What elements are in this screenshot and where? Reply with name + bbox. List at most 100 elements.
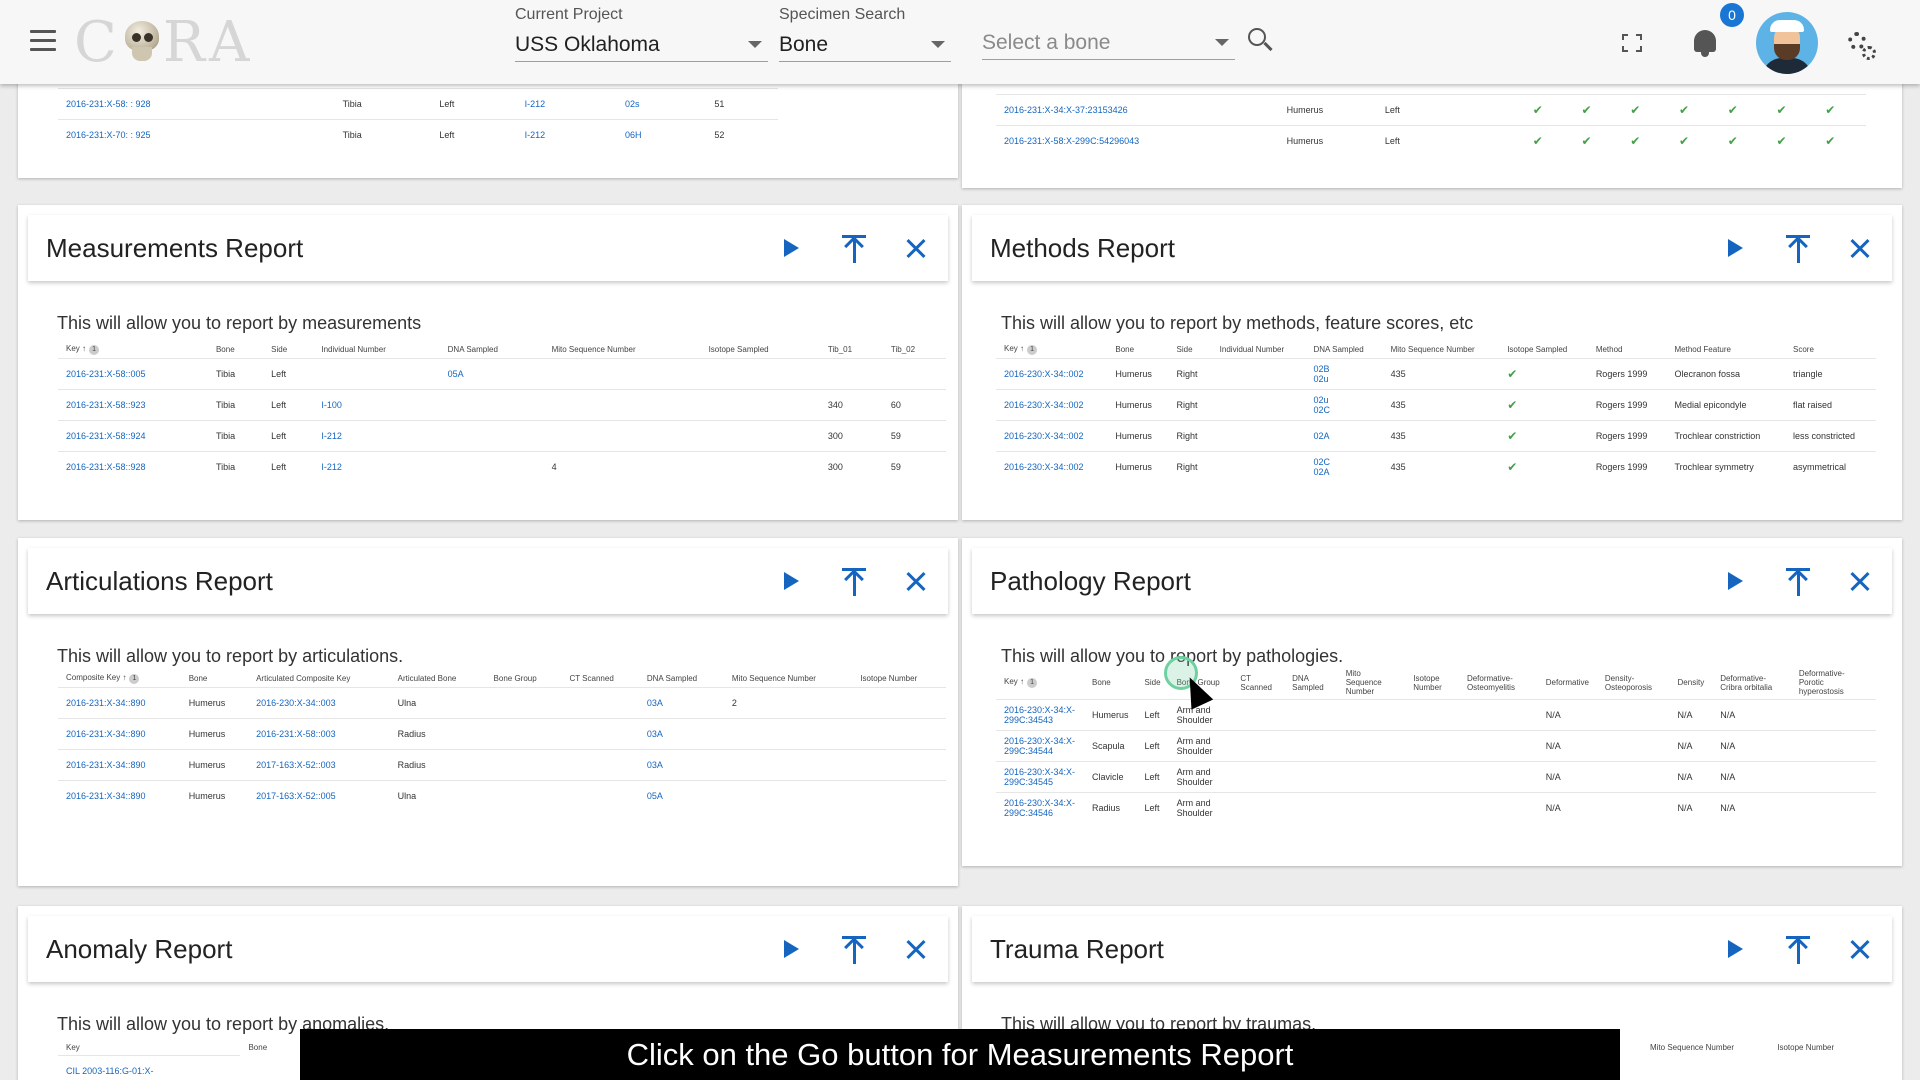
table-cell-key[interactable]: 2016-231:X-58::005 <box>58 358 208 390</box>
table-cell-key[interactable]: 2016-230:X-34:X-299C:34546 <box>996 792 1085 824</box>
table-cell-key[interactable]: 2016-231:X-58::923 <box>58 389 208 421</box>
table-cell-key[interactable]: 2016-230:X-34::002 <box>996 420 1108 452</box>
table-cell[interactable]: I-212 <box>313 451 440 483</box>
table-cell <box>1405 730 1459 762</box>
table-cell-key[interactable]: 2016-230:X-34:X-299C:34544 <box>996 730 1085 762</box>
articulations-go-button[interactable] <box>762 548 824 614</box>
sort-icon[interactable]: 1 <box>89 345 100 355</box>
pathology-go-button[interactable] <box>1706 548 1768 614</box>
table-cell-key[interactable]: 2016-231:X-34:X-37:23153426 <box>996 94 1279 126</box>
sort-icon[interactable]: 1 <box>129 674 140 684</box>
table-cell-key[interactable]: 2016-231:X-34::890 <box>58 718 181 750</box>
table-row: 2016-230:X-34:X-299C:34544 Scapula Left Arm… <box>996 730 1876 762</box>
anomaly-move-top-button[interactable] <box>824 916 886 982</box>
articulations-move-top-button[interactable] <box>824 548 886 614</box>
table-cell[interactable]: 06H <box>617 119 707 151</box>
top-right-report-panel: 2016-231:X-34:X-37:23153426 Humerus Left ✔ ✔… <box>962 70 1902 188</box>
table-cell[interactable]: 03A <box>638 687 724 719</box>
table-cell-key[interactable]: 2016-231:X-34::890 <box>58 780 181 812</box>
table-cell[interactable] <box>439 420 544 452</box>
table-cell <box>1494 94 1525 126</box>
table-cell[interactable]: 03A <box>638 718 724 750</box>
specimen-search-select[interactable]: Specimen Search Bone <box>779 6 951 62</box>
table-cell[interactable]: 02u 02C <box>1305 389 1383 421</box>
top-right-table: 2016-231:X-34:X-37:23153426 Humerus Left ✔ ✔… <box>996 94 1866 157</box>
table-cell <box>1284 761 1338 793</box>
articulations-report-title: Articulations Report <box>46 565 273 596</box>
table-cell-key[interactable]: 2016-231:X-34::890 <box>58 749 181 781</box>
measurements-close-button[interactable] <box>886 215 948 281</box>
table-cell[interactable] <box>439 451 544 483</box>
table-cell[interactable]: 02B 02u <box>1305 358 1383 390</box>
table-cell <box>1284 730 1338 762</box>
anomaly-close-button[interactable] <box>886 916 948 982</box>
pathology-move-top-button[interactable] <box>1768 548 1830 614</box>
column-header[interactable]: Key ↑ 1 <box>58 341 208 359</box>
methods-move-top-button[interactable] <box>1768 215 1830 281</box>
table-cell[interactable]: 03A <box>638 749 724 781</box>
column-header: DNA Sampled <box>447 345 498 354</box>
avatar[interactable] <box>1756 12 1818 74</box>
table-cell: Trochlear constriction <box>1666 420 1786 452</box>
measurements-go-button[interactable] <box>762 215 824 281</box>
trauma-move-top-button[interactable] <box>1768 916 1830 982</box>
table-cell[interactable]: I-212 <box>516 88 618 120</box>
table-cell: Rogers 1999 <box>1587 389 1667 421</box>
table-cell[interactable]: 02C 02A <box>1305 451 1383 483</box>
column-header: Articulated Bone <box>397 674 457 683</box>
bone-select[interactable]: Select a bone <box>982 26 1235 60</box>
table-cell-key[interactable]: 2016-231:X-58: : 928 <box>58 88 335 120</box>
table-cell: Left <box>1136 761 1169 793</box>
articulations-close-button[interactable] <box>886 548 948 614</box>
table-cell-key[interactable]: 2016-230:X-34::002 <box>996 451 1108 483</box>
bell-icon[interactable] <box>1692 28 1718 58</box>
table-cell[interactable]: 05A <box>439 358 544 390</box>
menu-icon[interactable] <box>30 30 56 52</box>
table-cell-key[interactable]: 2016-230:X-34::002 <box>996 389 1108 421</box>
fullscreen-icon[interactable] <box>1622 34 1642 52</box>
table-cell-key[interactable]: 2016-231:X-58::924 <box>58 420 208 452</box>
table-cell <box>543 389 701 421</box>
table-cell-key[interactable]: CIL 2003-116:G-01:X- <box>58 1055 241 1080</box>
gear-icon[interactable] <box>1848 32 1878 62</box>
measurements-move-top-button[interactable] <box>824 215 886 281</box>
table-cell-key[interactable]: 2016-231:X-70: : 925 <box>58 119 335 151</box>
table-cell[interactable]: 02A <box>1305 420 1383 452</box>
table-cell[interactable]: 2017-163:X-52::005 <box>248 780 390 812</box>
search-icon[interactable] <box>1248 28 1274 54</box>
trauma-go-button[interactable] <box>1706 916 1768 982</box>
table-cell[interactable] <box>439 389 544 421</box>
column-header[interactable]: Key ↑ 1 <box>996 666 1084 700</box>
current-project-select[interactable]: Current Project USS Oklahoma <box>515 6 768 62</box>
table-cell-key[interactable]: 2016-231:X-58::928 <box>58 451 208 483</box>
anomaly-go-button[interactable] <box>762 916 824 982</box>
table-cell-key[interactable]: 2016-230:X-34:X-299C:34543 <box>996 699 1085 731</box>
pathology-close-button[interactable] <box>1830 548 1892 614</box>
table-cell[interactable]: I-212 <box>313 420 440 452</box>
methods-report-header: Methods Report <box>972 215 1892 281</box>
table-cell[interactable]: I-100 <box>313 389 440 421</box>
table-cell[interactable]: 05A <box>638 780 724 812</box>
table-cell[interactable]: 02s <box>617 88 707 120</box>
trauma-close-button[interactable] <box>1830 916 1892 982</box>
table-cell[interactable]: I-212 <box>516 119 618 151</box>
table-cell[interactable]: 2017-163:X-52::003 <box>248 749 390 781</box>
table-cell-key[interactable]: 2016-230:X-34:X-299C:34545 <box>996 761 1085 793</box>
table-cell[interactable] <box>313 358 440 390</box>
sort-icon[interactable]: 1 <box>1027 678 1038 688</box>
sort-icon[interactable]: 1 <box>1027 345 1038 355</box>
table-cell[interactable]: 2016-230:X-34::003 <box>248 687 390 719</box>
methods-go-button[interactable] <box>1706 215 1768 281</box>
table-cell-key[interactable]: 2016-230:X-34::002 <box>996 358 1108 390</box>
column-header[interactable]: Key ↑ 1 <box>996 341 1107 359</box>
column-header[interactable]: Composite Key ↑ 1 <box>58 670 181 688</box>
table-cell-key[interactable]: 2016-231:X-58:X-299C:54296043 <box>996 125 1279 157</box>
table-cell[interactable]: 2016-231:X-58::003 <box>248 718 390 750</box>
column-header[interactable]: Key <box>58 1040 240 1056</box>
table-cell-key[interactable]: 2016-231:X-34::890 <box>58 687 181 719</box>
column-header[interactable]: Mito Sequence Number <box>1642 1040 1769 1055</box>
table-cell: Olecranon fossa <box>1666 358 1786 390</box>
methods-close-button[interactable] <box>1830 215 1892 281</box>
current-project-label: Current Project <box>515 6 623 23</box>
table-cell <box>852 687 946 719</box>
